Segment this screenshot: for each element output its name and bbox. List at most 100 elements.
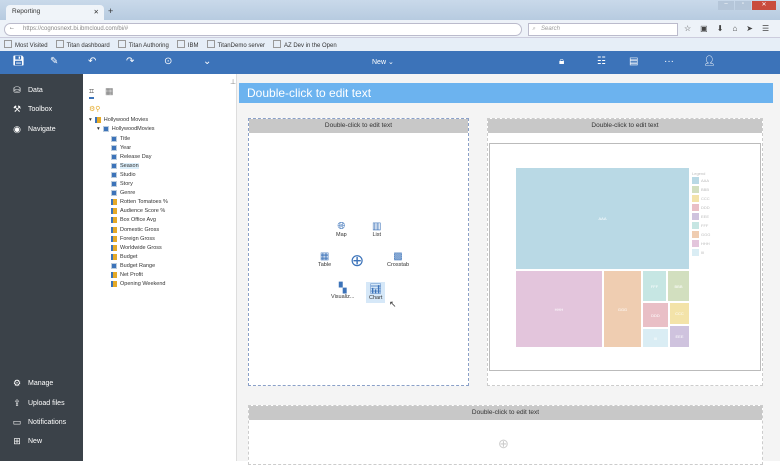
back-icon[interactable]: ← [9, 25, 15, 31]
maximize-icon[interactable]: ▫ [735, 1, 751, 10]
sidebar-item-upload-files[interactable]: ⇪ Upload files [12, 398, 64, 409]
tree-field[interactable]: Budget [111, 253, 137, 260]
legend-swatch [692, 186, 699, 193]
expand-icon[interactable]: ▾ [89, 117, 92, 123]
tree-package[interactable]: ▾ Hollywood Movies [89, 117, 148, 123]
new-menu-button[interactable]: New ⌄ [372, 58, 394, 66]
page-layout-icon[interactable]: ▤ [629, 56, 638, 67]
menu-icon[interactable]: ☰ [762, 24, 769, 33]
close-window-icon[interactable]: ✕ [752, 1, 776, 10]
search-input[interactable]: ⌕ Search [528, 23, 678, 36]
hammer-icon: ⚒ [12, 104, 22, 114]
sidebar-item-data[interactable]: ⛁ Data [12, 85, 43, 96]
tree-field[interactable]: Box Office Avg [111, 217, 156, 224]
sidebar-item-new[interactable]: ⊞ New [12, 436, 42, 447]
tree-field[interactable]: Net Profit [111, 272, 143, 278]
chevron-down-icon[interactable]: ⌄ [203, 56, 211, 67]
expand-icon[interactable]: ▾ [97, 126, 100, 132]
right-block-title[interactable]: Double-click to edit text [488, 119, 762, 133]
treemap-rect-FFF[interactable]: FFF [642, 270, 667, 302]
treemap-rect-EEE[interactable]: EEE [669, 325, 690, 348]
insert-crosstab[interactable]: ▩ Crosstab [387, 251, 409, 268]
insert-chart[interactable]: 📊︎ Chart [366, 282, 386, 303]
settings-sliders-icon[interactable]: ☷ [597, 56, 606, 67]
save-icon[interactable]: 💾︎ [12, 56, 25, 67]
tree-field[interactable]: Audience Score % [111, 208, 166, 215]
bookmark-item[interactable]: Titan Authoring [118, 40, 169, 49]
tree-field[interactable]: Studio [111, 171, 136, 178]
left-block-title[interactable]: Double-click to edit text [249, 119, 468, 133]
more-icon[interactable]: ··· [664, 56, 674, 67]
insert-visualiz[interactable]: ▚ Visualiz... [331, 283, 354, 300]
home-icon[interactable]: ⌂ [732, 24, 737, 33]
legend-item: BBB [692, 186, 709, 193]
new-tab-icon[interactable]: + [108, 6, 113, 16]
minimize-icon[interactable]: – [718, 1, 734, 10]
treemap-rect-CCC[interactable]: CCC [669, 302, 690, 325]
undo-icon[interactable]: ↶ [88, 56, 96, 67]
tree-field[interactable]: Genre [111, 190, 135, 197]
bookmark-item[interactable]: IBM [177, 40, 199, 49]
sidebar-item-notifications[interactable]: ▭ Notifications [12, 417, 66, 428]
source-tree-tab-icon[interactable]: ⌗ [89, 86, 95, 99]
tree-field[interactable]: Rotten Tomatoes % [111, 199, 168, 206]
clipboard-icon[interactable]: ▣ [700, 24, 708, 33]
url-bar[interactable]: ← https://cognosnext.bi.ibmcloud.com/bi/# [4, 23, 522, 36]
close-tab-icon[interactable]: ✕ [94, 8, 99, 16]
pin-icon[interactable]: ⊥ [230, 78, 236, 86]
tree-field[interactable]: Domestic Gross [111, 226, 159, 233]
treemap-rect-GGG[interactable]: GGG [603, 270, 642, 348]
tree-field[interactable]: Worldwide Gross [111, 244, 162, 251]
sidebar-item-toolbox[interactable]: ⚒ Toolbox [12, 104, 52, 115]
add-object-icon[interactable]: ⊕ [498, 436, 509, 452]
tree-field[interactable]: Budget Range [111, 262, 155, 269]
sidebar-item-navigate[interactable]: ◉ Navigate [12, 124, 56, 135]
attribute-icon [111, 171, 117, 178]
tree-field[interactable]: Season [111, 162, 139, 169]
insert-list[interactable]: ▥ List [372, 221, 381, 238]
tree-field[interactable]: Title [111, 135, 130, 142]
tree-tools-icon[interactable]: ⚙⚲ [89, 105, 100, 113]
treemap-rect-AAA[interactable]: AAA [515, 167, 690, 270]
field-label: Foreign Gross [120, 235, 155, 242]
tree-table[interactable]: ▾ HollywoodMovies [97, 126, 155, 132]
measure-icon [111, 281, 117, 288]
tree-field[interactable]: Story [111, 181, 133, 187]
sidebar-item-manage[interactable]: ⚙ Manage [12, 378, 53, 389]
download-icon[interactable]: ⬇ [717, 24, 724, 33]
list-icon: ▥ [372, 221, 382, 232]
data-modules-tab-icon[interactable]: ▦ [105, 86, 114, 97]
bottom-block[interactable]: Double-click to edit text ⊕ [248, 405, 763, 465]
redo-icon[interactable]: ↷ [126, 56, 134, 67]
bookmark-item[interactable]: TitanDemo server [207, 40, 265, 49]
tree-field[interactable]: Year [111, 144, 131, 151]
tree-field[interactable]: Opening Weekend [111, 281, 165, 288]
star-icon[interactable]: ☆ [684, 24, 691, 33]
bookmark-item[interactable]: Titan dashboard [56, 40, 110, 49]
user-icon[interactable]: 👤︎ [703, 56, 716, 67]
bookmark-item[interactable]: Most Visited [4, 40, 48, 49]
field-label: Audience Score % [120, 208, 166, 215]
treemap-rect-BBB[interactable]: BBB [667, 270, 690, 302]
chart-icon: 📊︎ [369, 284, 383, 295]
measure-icon [111, 235, 117, 242]
run-icon[interactable]: ⊙ [164, 56, 172, 67]
treemap-rect-III[interactable]: III [642, 328, 669, 348]
bookmark-item[interactable]: AZ Dev in the Open [273, 40, 337, 49]
insert-table[interactable]: ▦ Table [318, 251, 331, 268]
bottom-block-title[interactable]: Double-click to edit text [249, 406, 762, 420]
treemap-rect-HHH[interactable]: HHH [515, 270, 603, 348]
add-object-icon[interactable]: ⊕ [350, 251, 364, 271]
browser-tab[interactable]: Reporting ✕ [6, 5, 104, 20]
edit-icon[interactable]: ✎ [50, 56, 58, 67]
sidebar-item-label: Navigate [28, 126, 56, 133]
legend-label: AAA [701, 178, 710, 183]
send-icon[interactable]: ➤ [746, 24, 753, 33]
tree-field[interactable]: Release Day [111, 153, 152, 160]
report-header-text[interactable]: Double-click to edit text [239, 83, 773, 103]
tree-field[interactable]: Foreign Gross [111, 235, 155, 242]
treemap-rect-DDD[interactable]: DDD [642, 302, 669, 328]
insert-label: List [372, 232, 381, 238]
insert-map[interactable]: 🌐︎ Map [336, 221, 347, 238]
lock-icon[interactable]: 🔒︎ [559, 56, 564, 67]
